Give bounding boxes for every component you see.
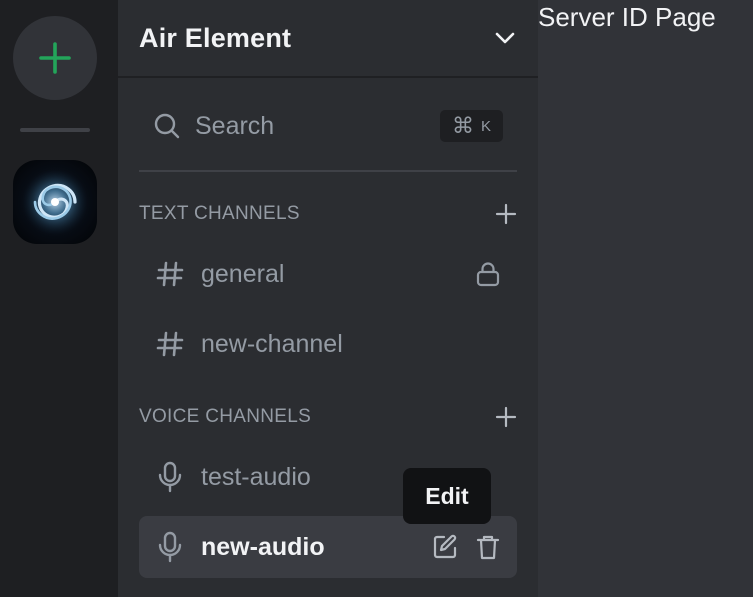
add-server-button[interactable] bbox=[13, 16, 97, 100]
plus-icon bbox=[495, 406, 517, 428]
hashtag-icon bbox=[156, 331, 184, 357]
chevron-down-icon bbox=[495, 32, 515, 44]
server-header[interactable]: Air Element bbox=[118, 0, 538, 78]
spiral-galaxy-server-icon bbox=[21, 168, 89, 236]
server-name: Air Element bbox=[139, 22, 292, 53]
microphone-icon bbox=[158, 461, 182, 493]
edit-icon[interactable] bbox=[431, 533, 459, 561]
text-channels-header: TEXT CHANNELS bbox=[139, 199, 517, 229]
channel-name: general bbox=[201, 259, 285, 288]
channel-actions bbox=[431, 533, 501, 561]
channel-name: new-audio bbox=[201, 532, 325, 561]
search-icon bbox=[154, 113, 180, 139]
add-voice-channel-button[interactable] bbox=[495, 406, 517, 428]
plus-icon bbox=[39, 42, 71, 74]
rail-separator bbox=[20, 128, 90, 132]
channel-general[interactable]: general bbox=[139, 243, 517, 305]
hashtag-icon bbox=[156, 261, 184, 287]
text-channels-title: TEXT CHANNELS bbox=[139, 203, 300, 224]
server-rail bbox=[0, 0, 118, 597]
shortcut-key: K bbox=[480, 117, 491, 135]
voice-channels-title: VOICE CHANNELS bbox=[139, 406, 312, 427]
search-divider bbox=[139, 170, 517, 172]
server-icon-air-element[interactable] bbox=[13, 160, 97, 244]
edit-tooltip: Edit bbox=[403, 468, 491, 524]
add-text-channel-button[interactable] bbox=[495, 203, 517, 225]
plus-icon bbox=[495, 203, 517, 225]
channel-new-channel[interactable]: new-channel bbox=[139, 313, 517, 375]
channel-name: new-channel bbox=[201, 329, 343, 358]
search-shortcut-badge: ⌘ K bbox=[439, 110, 503, 142]
voice-channels-header: VOICE CHANNELS bbox=[139, 402, 517, 432]
search-button[interactable]: Search ⌘ K bbox=[139, 100, 517, 152]
trash-icon[interactable] bbox=[475, 533, 501, 561]
microphone-icon bbox=[158, 531, 182, 563]
channel-new-audio[interactable]: new-audio bbox=[139, 516, 517, 578]
lock-icon bbox=[476, 262, 500, 287]
page-title: Server ID Page bbox=[538, 2, 716, 32]
command-key-glyph: ⌘ bbox=[451, 113, 474, 139]
search-label: Search bbox=[195, 111, 275, 140]
